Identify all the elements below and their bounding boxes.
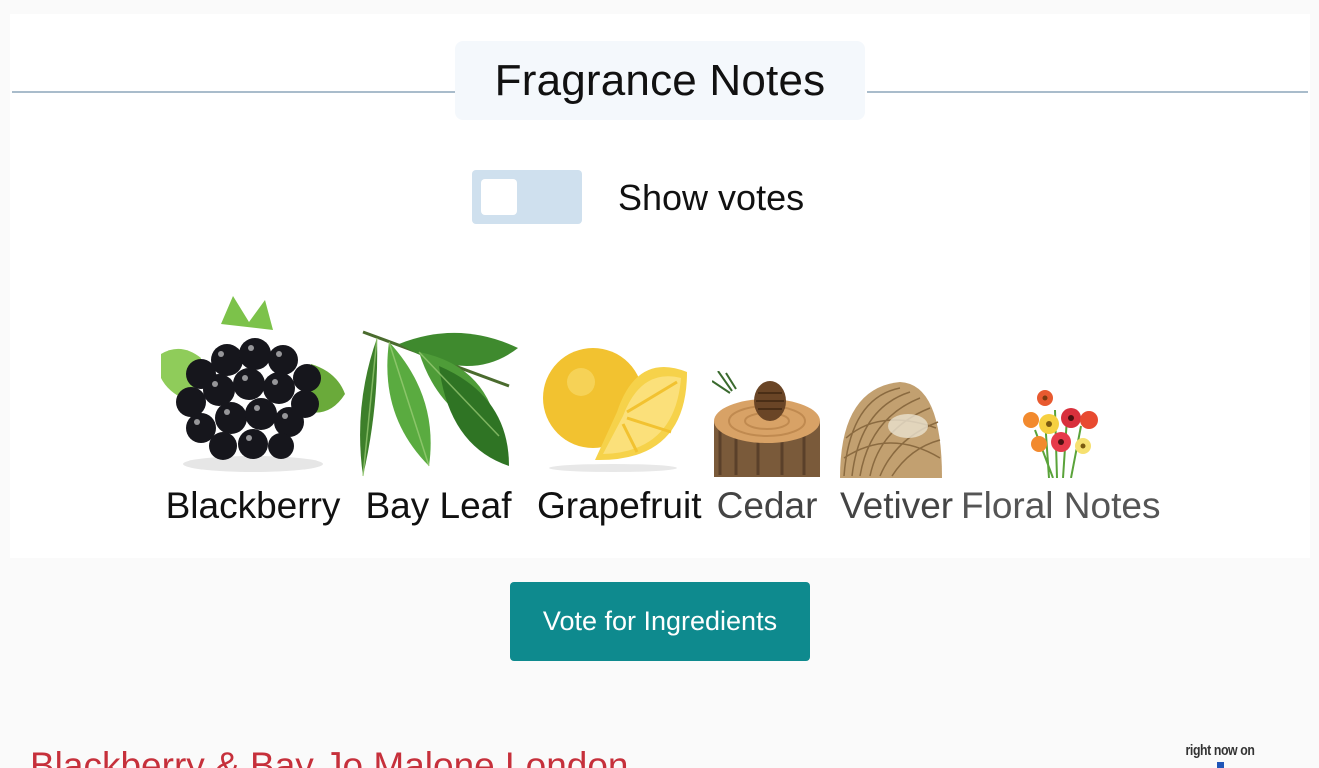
note-cedar[interactable]: Cedar — [712, 371, 822, 530]
badge-text: right now on — [1185, 742, 1255, 759]
section-title: Fragrance Notes — [494, 55, 826, 105]
note-bay-leaf[interactable]: Bay Leaf — [359, 326, 518, 530]
note-label: Grapefruit — [537, 485, 702, 526]
vote-for-ingredients-button[interactable]: Vote for Ingredients — [510, 582, 810, 661]
badge-logo-icon — [1217, 762, 1224, 768]
section-header: Fragrance Notes — [455, 41, 865, 120]
bay-leaf-icon — [360, 330, 518, 477]
title-divider-right — [867, 91, 1308, 93]
title-divider-left — [12, 91, 456, 93]
floral-notes-icon — [1023, 390, 1098, 478]
right-now-on-badge[interactable]: right now on — [1170, 742, 1270, 768]
note-floral-notes[interactable]: Floral Notes — [961, 390, 1161, 530]
note-grapefruit[interactable]: Grapefruit — [537, 332, 702, 530]
note-label: Cedar — [716, 485, 818, 526]
note-label: Blackberry — [165, 485, 341, 526]
toggle-knob[interactable] — [481, 179, 517, 215]
note-vetiver[interactable]: Vetiver — [840, 378, 954, 530]
note-label: Bay Leaf — [365, 485, 512, 526]
note-label: Floral Notes — [961, 485, 1161, 526]
show-votes-label: Show votes — [618, 177, 805, 218]
cedar-icon — [712, 371, 820, 477]
note-label: Vetiver — [840, 485, 954, 526]
perfume-title-link[interactable]: Blackberry & Bay Jo Malone London — [30, 744, 629, 768]
page: Fragrance Notes Show votes Blackberry Ba… — [0, 0, 1319, 768]
blackberry-icon — [161, 296, 345, 472]
show-votes-toggle[interactable] — [472, 170, 582, 224]
grapefruit-icon — [543, 348, 687, 472]
note-blackberry[interactable]: Blackberry — [161, 294, 345, 530]
vetiver-icon — [840, 382, 942, 478]
